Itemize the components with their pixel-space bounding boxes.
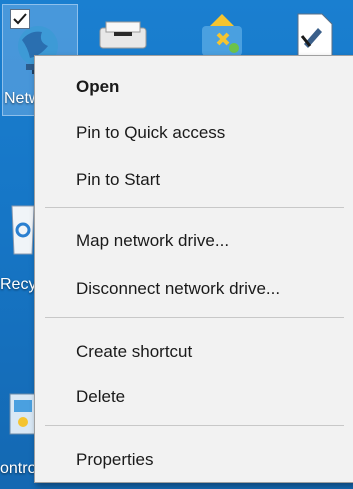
menu-item-create-shortcut[interactable]: Create shortcut xyxy=(35,335,353,369)
printer-icon[interactable] xyxy=(96,18,150,59)
control-panel-label: ontro xyxy=(0,460,37,477)
menu-item-disconnect-network-drive[interactable]: Disconnect network drive... xyxy=(35,272,353,306)
menu-item-pin-to-quick-access[interactable]: Pin to Quick access xyxy=(35,116,353,150)
menu-separator xyxy=(45,425,344,426)
selection-checkbox[interactable] xyxy=(10,9,30,29)
menu-item-open[interactable]: Open xyxy=(35,70,353,104)
menu-item-delete[interactable]: Delete xyxy=(35,380,353,414)
menu-item-properties[interactable]: Properties xyxy=(35,443,353,477)
menu-separator xyxy=(45,317,344,318)
context-menu: Open Pin to Quick access Pin to Start Ma… xyxy=(34,55,353,483)
menu-item-map-network-drive[interactable]: Map network drive... xyxy=(35,224,353,258)
check-icon xyxy=(13,13,27,25)
menu-separator xyxy=(45,207,344,208)
menu-item-pin-to-start[interactable]: Pin to Start xyxy=(35,163,353,197)
